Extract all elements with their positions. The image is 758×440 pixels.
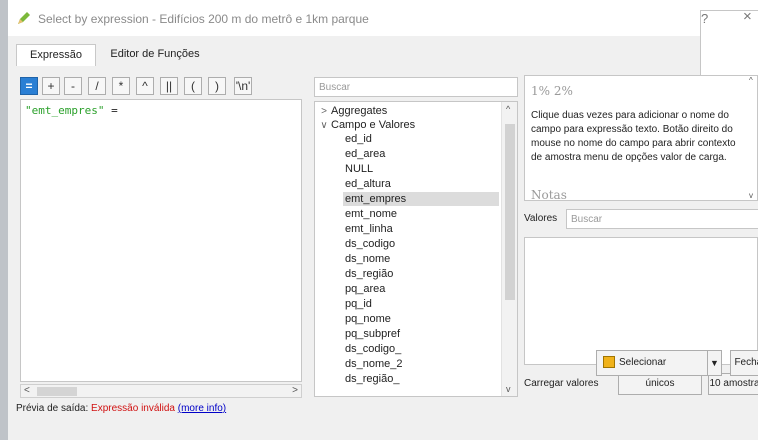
operator-plus-button[interactable]: + (42, 77, 60, 95)
expression-panel: = + - / * ^ || ( ) '\n' "emt_empres" = <… (16, 65, 758, 440)
tree-group-aggregates[interactable]: > Aggregates (317, 104, 387, 118)
operator-minus-button[interactable]: - (64, 77, 82, 95)
help-heading: 1% 2% (531, 84, 573, 98)
dropdown-arrow-icon[interactable]: ▼ (707, 351, 721, 375)
scrollbar-thumb[interactable] (37, 387, 77, 396)
tree-field-item-selected[interactable]: emt_empres (343, 192, 499, 206)
select-button-label: Selecionar (619, 357, 667, 368)
more-info-link[interactable]: (more info) (178, 403, 226, 414)
window-title: Select by expression - Edifícios 200 m d… (38, 12, 369, 26)
operator-multiply-button[interactable]: * (112, 77, 130, 95)
output-preview: Prévia de saída: Expressão inválida (mor… (16, 403, 226, 414)
chevron-down-icon[interactable]: ∨ (317, 119, 331, 133)
tree-field-item[interactable]: emt_nome (345, 207, 397, 221)
scroll-up-icon[interactable]: ^ (749, 76, 753, 85)
load-values-label: Carregar valores (524, 378, 599, 389)
values-search-input[interactable]: Buscar (566, 209, 758, 229)
close-button[interactable]: Fechar (730, 350, 758, 376)
operator-concat-button[interactable]: || (160, 77, 178, 95)
qgis-pencil-icon (18, 12, 30, 24)
operator-newline-button[interactable]: '\n' (234, 77, 252, 95)
tree-field-item[interactable]: ds_codigo_ (345, 342, 401, 356)
dialog-window: Select by expression - Edifícios 200 m d… (8, 0, 758, 440)
chevron-right-icon[interactable]: > (317, 105, 331, 119)
tree-field-item[interactable]: ds_região (345, 267, 393, 281)
operator-close-paren-button[interactable]: ) (208, 77, 226, 95)
function-search-input[interactable]: Buscar (314, 77, 518, 97)
tree-group-campo-e-valores[interactable]: ∨ Campo e Valores (317, 118, 415, 132)
select-features-icon (603, 356, 615, 369)
values-search-placeholder: Buscar (571, 214, 603, 225)
scroll-down-icon[interactable]: v (506, 384, 511, 394)
tree-field-item[interactable]: ed_id (345, 132, 372, 146)
title-bar: Select by expression - Edifícios 200 m d… (8, 0, 758, 136)
tab-editor-de-funcoes[interactable]: Editor de Funções (100, 44, 210, 66)
search-placeholder: Buscar (319, 82, 351, 93)
values-list[interactable] (524, 237, 758, 365)
expression-editor[interactable]: "emt_empres" = (20, 99, 302, 382)
load-unique-values-button[interactable]: únicos (618, 373, 702, 395)
tree-field-item[interactable]: ds_nome_2 (345, 357, 403, 371)
tree-field-item[interactable]: emt_linha (345, 222, 393, 236)
operator-divide-button[interactable]: / (88, 77, 106, 95)
preview-error: Expressão inválida (91, 403, 175, 414)
operator-power-button[interactable]: ^ (136, 77, 154, 95)
tree-field-item[interactable]: NULL (345, 162, 373, 176)
scroll-up-icon[interactable]: ^ (506, 104, 510, 114)
tree-field-item[interactable]: pq_id (345, 297, 372, 311)
expression-text: "emt_empres" = (25, 104, 118, 117)
help-scrollbar[interactable]: ^ v (749, 76, 757, 200)
function-tree[interactable]: > Aggregates ∨ Campo e Valores ed_id ed_ar… (314, 101, 518, 397)
editor-horizontal-scrollbar[interactable]: < > (20, 384, 302, 398)
expression-operator: = (104, 104, 118, 117)
values-label: Valores (524, 213, 558, 224)
tab-expressao[interactable]: Expressão (16, 44, 96, 66)
tree-field-item[interactable]: ed_area (345, 147, 385, 161)
tree-field-item[interactable]: pq_subpref (345, 327, 400, 341)
tree-field-item[interactable]: pq_nome (345, 312, 391, 326)
scroll-right-icon[interactable]: > (292, 385, 298, 396)
scroll-down-icon[interactable]: v (749, 191, 753, 200)
help-text: Clique duas vezes para adicionar o nome … (531, 110, 736, 163)
expression-field: "emt_empres" (25, 104, 105, 117)
tree-vertical-scrollbar[interactable]: ^ v (501, 102, 517, 396)
tree-field-item[interactable]: ds_região_ (345, 372, 399, 386)
tree-field-item[interactable]: ed_altura (345, 177, 391, 191)
tree-field-item[interactable]: ds_codigo (345, 237, 395, 251)
close-icon[interactable]: × (743, 8, 752, 25)
help-panel: 1% 2% Clique duas vezes para adicionar o… (524, 75, 758, 201)
operator-equals-button[interactable]: = (20, 77, 38, 95)
load-sample-values-button[interactable]: 10 amostras (708, 373, 758, 395)
select-button[interactable]: Selecionar ▼ (596, 350, 722, 376)
scrollbar-thumb[interactable] (505, 124, 515, 300)
operator-open-paren-button[interactable]: ( (184, 77, 202, 95)
scroll-left-icon[interactable]: < (24, 385, 30, 396)
tree-field-item[interactable]: ds_nome (345, 252, 390, 266)
tree-field-item[interactable]: pq_area (345, 282, 385, 296)
preview-label: Prévia de saída: (16, 403, 89, 414)
help-notes-heading: Notas (531, 188, 567, 201)
